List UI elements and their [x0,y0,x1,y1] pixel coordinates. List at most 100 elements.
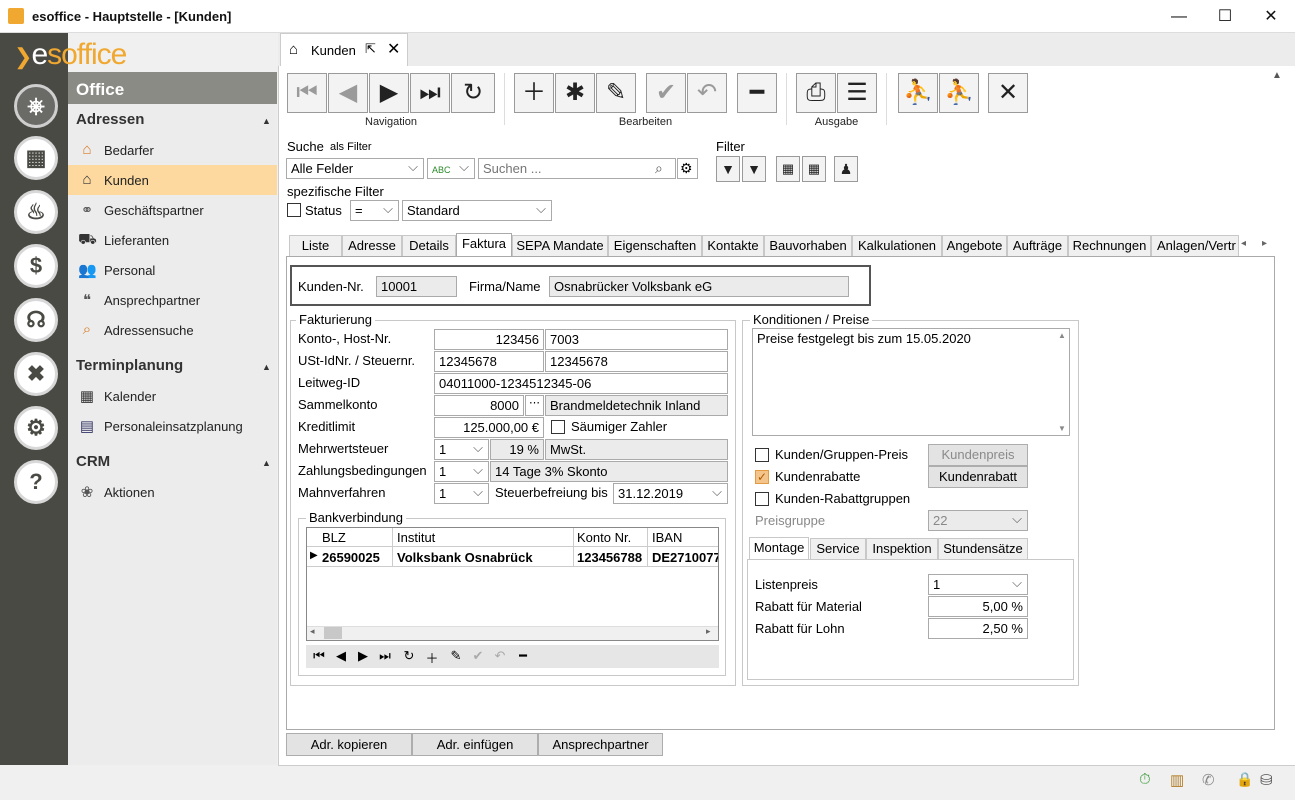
more-icon[interactable]: ⋯ [525,395,544,416]
sidebar-item-kalender[interactable]: ▦ Kalender [68,381,277,411]
konditionen-note[interactable]: Preise festgelegt bis zum 15.05.2020 [752,328,1070,436]
rabatt-material-field[interactable]: 5,00 % [928,596,1028,617]
filter-buildings-icon[interactable]: ▦ [802,156,826,182]
scroll-down-icon[interactable]: ▼ [1058,424,1066,433]
sidebar-item-bedarfer[interactable]: ⌂ Bedarfer [68,135,277,165]
status-checkbox[interactable] [287,203,301,217]
minimize-icon[interactable]: — [1156,0,1202,33]
prev-record-button[interactable]: ◀ [328,73,368,113]
sidebar-item-aktionen[interactable]: ❀ Aktionen [68,477,277,507]
add-icon[interactable]: ＋ [421,648,443,666]
new-special-button[interactable]: ✱ [555,73,595,113]
collapse-icon[interactable]: ▲ [262,116,271,126]
refresh-icon[interactable]: ↻ [398,648,420,666]
lock-icon[interactable]: 🔒 [1236,771,1253,788]
section-crm[interactable]: CRM [76,453,110,470]
planner-module-icon[interactable]: ▦ [14,136,58,180]
tab-eigenschaften[interactable]: Eigenschaften [608,235,702,256]
print-button[interactable]: ⎙ [796,73,836,113]
gruppenpreis-checkbox[interactable] [755,448,769,462]
sidebar-item-adressensuche[interactable]: ⌕ Adressensuche [68,315,277,345]
col-iban[interactable]: IBAN [652,530,682,545]
ust-field[interactable]: 12345678 [434,351,544,372]
col-konto[interactable]: Konto Nr. [577,530,631,545]
delete-icon[interactable]: ━ [512,648,534,666]
first-record-icon[interactable]: ⏮ [308,648,330,666]
edit-icon[interactable]: ✎ [445,648,467,666]
sammelkonto-field[interactable]: 8000 [434,395,524,416]
database-icon[interactable]: ⛁ [1260,771,1273,789]
tab-bauvorhaben[interactable]: Bauvorhaben [764,235,852,256]
export-button[interactable]: ☰ [837,73,877,113]
alarm-module-icon[interactable]: ♨ [14,190,58,234]
col-institut[interactable]: Institut [397,530,435,545]
konto-field[interactable]: 123456 [434,329,544,350]
section-terminplanung[interactable]: Terminplanung [76,357,183,374]
next-record-icon[interactable]: ▶ [352,648,374,666]
search-settings-icon[interactable]: ⚙ [677,158,698,179]
save-button[interactable]: ✔ [646,73,686,113]
tab-montage[interactable]: Montage [749,537,809,559]
save-icon[interactable]: ✔ [467,648,489,666]
rabatt-lohn-field[interactable]: 2,50 % [928,618,1028,639]
tab-scroll-right-icon[interactable]: ▸ [1262,238,1267,249]
filter-icon[interactable]: ▼ [716,156,740,182]
collapse-icon[interactable]: ▲ [262,458,271,468]
office-module-icon[interactable]: ⎈ [14,84,58,128]
status-operator-select[interactable]: = [350,200,399,221]
mwst-select[interactable]: 1 [434,439,489,460]
rabattgruppen-checkbox[interactable] [755,492,769,506]
adr-kopieren-button[interactable]: Adr. kopieren [286,733,412,756]
building-icon[interactable]: ▥ [1170,771,1184,789]
tab-sepa-mandate[interactable]: SEPA Mandate [512,235,608,256]
tab-stundensaetze[interactable]: Stundensätze [938,538,1028,559]
tab-scroll-left-icon[interactable]: ◂ [1241,238,1246,249]
edit-button[interactable]: ✎ [596,73,636,113]
sidebar-item-personal[interactable]: 👥 Personal [68,255,277,285]
support-module-icon[interactable]: ☊ [14,298,58,342]
tab-kunden[interactable]: ⌂ Kunden ⇱ ✕ [280,33,408,66]
undo-button[interactable]: ↶ [687,73,727,113]
help-module-icon[interactable]: ? [14,460,58,504]
delete-button[interactable]: ━ [737,73,777,113]
run-button[interactable]: ⛹ [939,73,979,113]
close-tab-icon[interactable]: ✕ [387,39,400,59]
kundenpreis-button[interactable]: Kundenpreis [928,444,1028,466]
status-value-select[interactable]: Standard [402,200,552,221]
next-record-button[interactable]: ▶ [369,73,409,113]
saeumig-checkbox[interactable] [551,420,565,434]
search-field-select[interactable]: Alle Felder [286,158,424,179]
search-icon[interactable]: ⌕ [655,160,663,177]
last-record-icon[interactable]: ⏭ [374,648,396,666]
scrollbar-thumb[interactable] [324,627,342,639]
host-field[interactable]: 7003 [545,329,728,350]
steuerbefreiung-date[interactable]: 31.12.2019 [613,483,728,504]
preisgruppe-select[interactable]: 22 [928,510,1028,531]
tab-kalkulationen[interactable]: Kalkulationen [852,235,942,256]
tab-inspektion[interactable]: Inspektion [866,538,938,559]
leitweg-field[interactable]: 04011000-1234512345-06 [434,373,728,394]
close-window-icon[interactable]: ✕ [1248,0,1294,33]
kundenrabatte-checkbox[interactable]: ✓ [755,470,769,484]
firma-field[interactable]: Osnabrücker Volksbank eG [549,276,849,297]
close-button[interactable]: ✕ [988,73,1028,113]
steuernr-field[interactable]: 12345678 [545,351,728,372]
filter-building-icon[interactable]: ▦ [776,156,800,182]
phone-icon[interactable]: ✆ [1202,771,1215,789]
zahlungsbedingungen-select[interactable]: 1 [434,461,489,482]
first-record-button[interactable]: ⏮ [287,73,327,113]
scroll-right-icon[interactable]: ▸ [706,626,711,637]
settings-module-icon[interactable]: ⚙ [14,406,58,450]
tab-kontakte[interactable]: Kontakte [702,235,764,256]
mahnverfahren-select[interactable]: 1 [434,483,489,504]
sidebar-item-personaleinsatzplanung[interactable]: ▤ Personaleinsatzplanung [68,411,277,441]
pin-icon[interactable]: ▲ [1272,70,1282,81]
sidebar-item-kunden[interactable]: ⌂ Kunden [68,165,277,195]
tab-service[interactable]: Service [810,538,866,559]
tab-liste[interactable]: Liste [289,235,342,256]
tab-anlagen[interactable]: Anlagen/Vertr [1151,235,1239,256]
sidebar-item-lieferanten[interactable]: ⛟ Lieferanten [68,225,277,255]
popout-icon[interactable]: ⇱ [365,41,376,57]
scroll-up-icon[interactable]: ▲ [1058,331,1066,340]
finance-module-icon[interactable]: $ [14,244,58,288]
